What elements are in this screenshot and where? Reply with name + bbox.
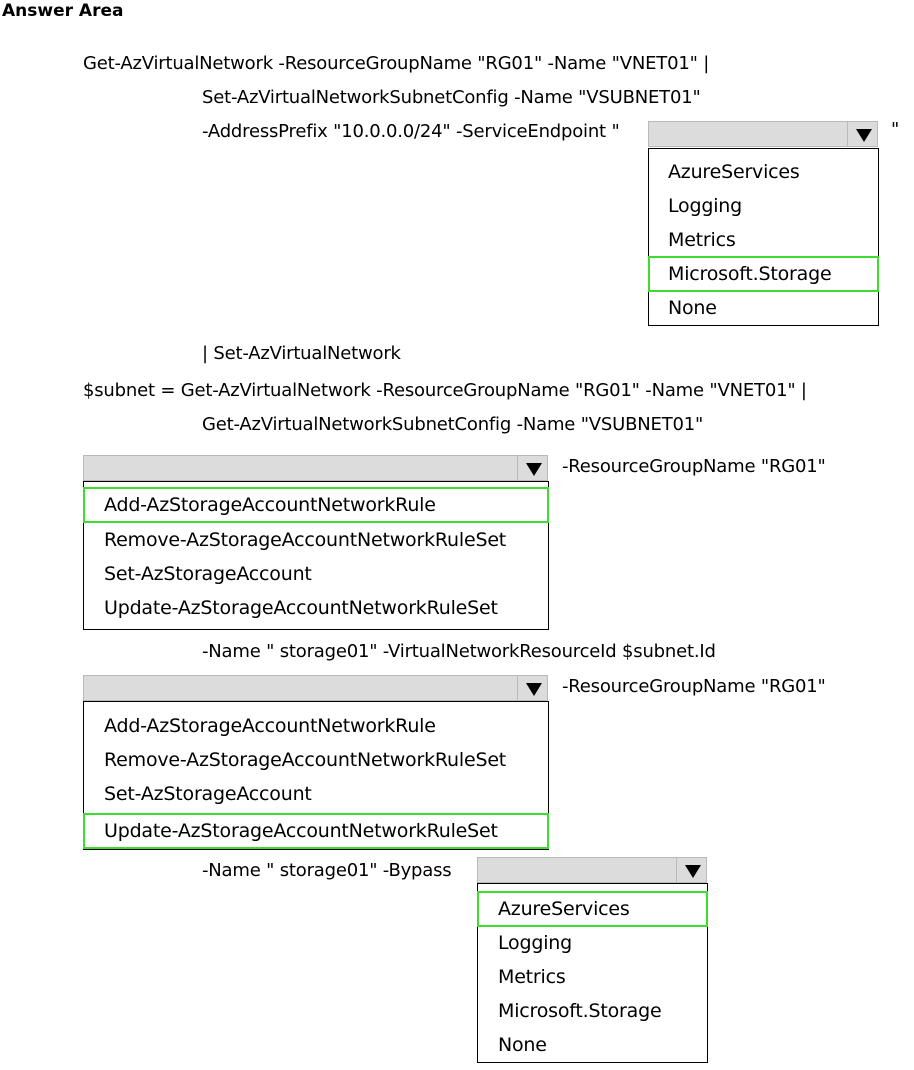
code-line-get-vnet: Get-AzVirtualNetwork -ResourceGroupName … <box>83 53 710 74</box>
code-line-subnet-assign: $subnet = Get-AzVirtualNetwork -Resource… <box>83 380 807 401</box>
dropdown-option[interactable]: Microsoft.Storage <box>478 994 707 1028</box>
dropdown-option-selected[interactable]: Add-AzStorageAccountNetworkRule <box>83 487 549 523</box>
dropdown-option[interactable]: None <box>649 291 878 325</box>
bypass-dropdown[interactable] <box>477 857 707 883</box>
code-line-name-vnet-resource: -Name " storage01" -VirtualNetworkResour… <box>202 641 716 662</box>
dropdown-option[interactable]: Set-AzStorageAccount <box>84 777 548 811</box>
network-rule-cmdlet-dropdown-2[interactable] <box>83 675 548 701</box>
dropdown-option[interactable]: None <box>478 1028 707 1062</box>
code-line-address-prefix: -AddressPrefix "10.0.0.0/24" -ServiceEnd… <box>202 121 620 142</box>
dropdown-option-selected[interactable]: Update-AzStorageAccountNetworkRuleSet <box>83 813 549 849</box>
dropdown-option[interactable]: Add-AzStorageAccountNetworkRule <box>84 709 548 743</box>
chevron-down-icon[interactable] <box>517 456 547 480</box>
code-line-get-subnet-config: Get-AzVirtualNetworkSubnetConfig -Name "… <box>202 414 704 435</box>
code-line-set-vnet: | Set-AzVirtualNetwork <box>202 343 401 364</box>
network-rule-cmdlet-dropdown-1[interactable] <box>83 455 548 481</box>
dropdown-option[interactable]: Set-AzStorageAccount <box>84 557 548 591</box>
network-rule-cmdlet-options-1: Add-AzStorageAccountNetworkRule Remove-A… <box>83 481 549 630</box>
closing-quote: " <box>891 119 900 140</box>
chevron-down-icon[interactable] <box>847 122 877 146</box>
code-line-set-subnet-config: Set-AzVirtualNetworkSubnetConfig -Name "… <box>202 87 701 108</box>
dropdown-option[interactable]: Metrics <box>478 960 707 994</box>
code-line-resource-group-1: -ResourceGroupName "RG01" <box>562 456 826 477</box>
dropdown-option[interactable]: AzureServices <box>649 155 878 189</box>
dropdown-option[interactable]: Remove-AzStorageAccountNetworkRuleSet <box>84 523 548 557</box>
dropdown-option[interactable]: Logging <box>478 926 707 960</box>
service-endpoint-options: AzureServices Logging Metrics Microsoft.… <box>648 148 879 326</box>
dropdown-option[interactable]: Remove-AzStorageAccountNetworkRuleSet <box>84 743 548 777</box>
dropdown-option-selected[interactable]: Microsoft.Storage <box>648 256 879 292</box>
dropdown-option[interactable]: Update-AzStorageAccountNetworkRuleSet <box>84 591 548 625</box>
dropdown-option[interactable]: Metrics <box>649 223 878 257</box>
network-rule-cmdlet-options-2: Add-AzStorageAccountNetworkRule Remove-A… <box>83 701 549 850</box>
bypass-options: AzureServices Logging Metrics Microsoft.… <box>477 883 708 1063</box>
service-endpoint-dropdown[interactable] <box>648 121 878 147</box>
code-line-resource-group-2: -ResourceGroupName "RG01" <box>562 676 826 697</box>
dropdown-option[interactable]: Logging <box>649 189 878 223</box>
chevron-down-icon[interactable] <box>517 676 547 700</box>
answer-area-heading: Answer Area <box>2 1 124 21</box>
dropdown-option-selected[interactable]: AzureServices <box>477 891 708 927</box>
code-line-name-bypass: -Name " storage01" -Bypass <box>202 860 452 881</box>
chevron-down-icon[interactable] <box>676 858 706 882</box>
